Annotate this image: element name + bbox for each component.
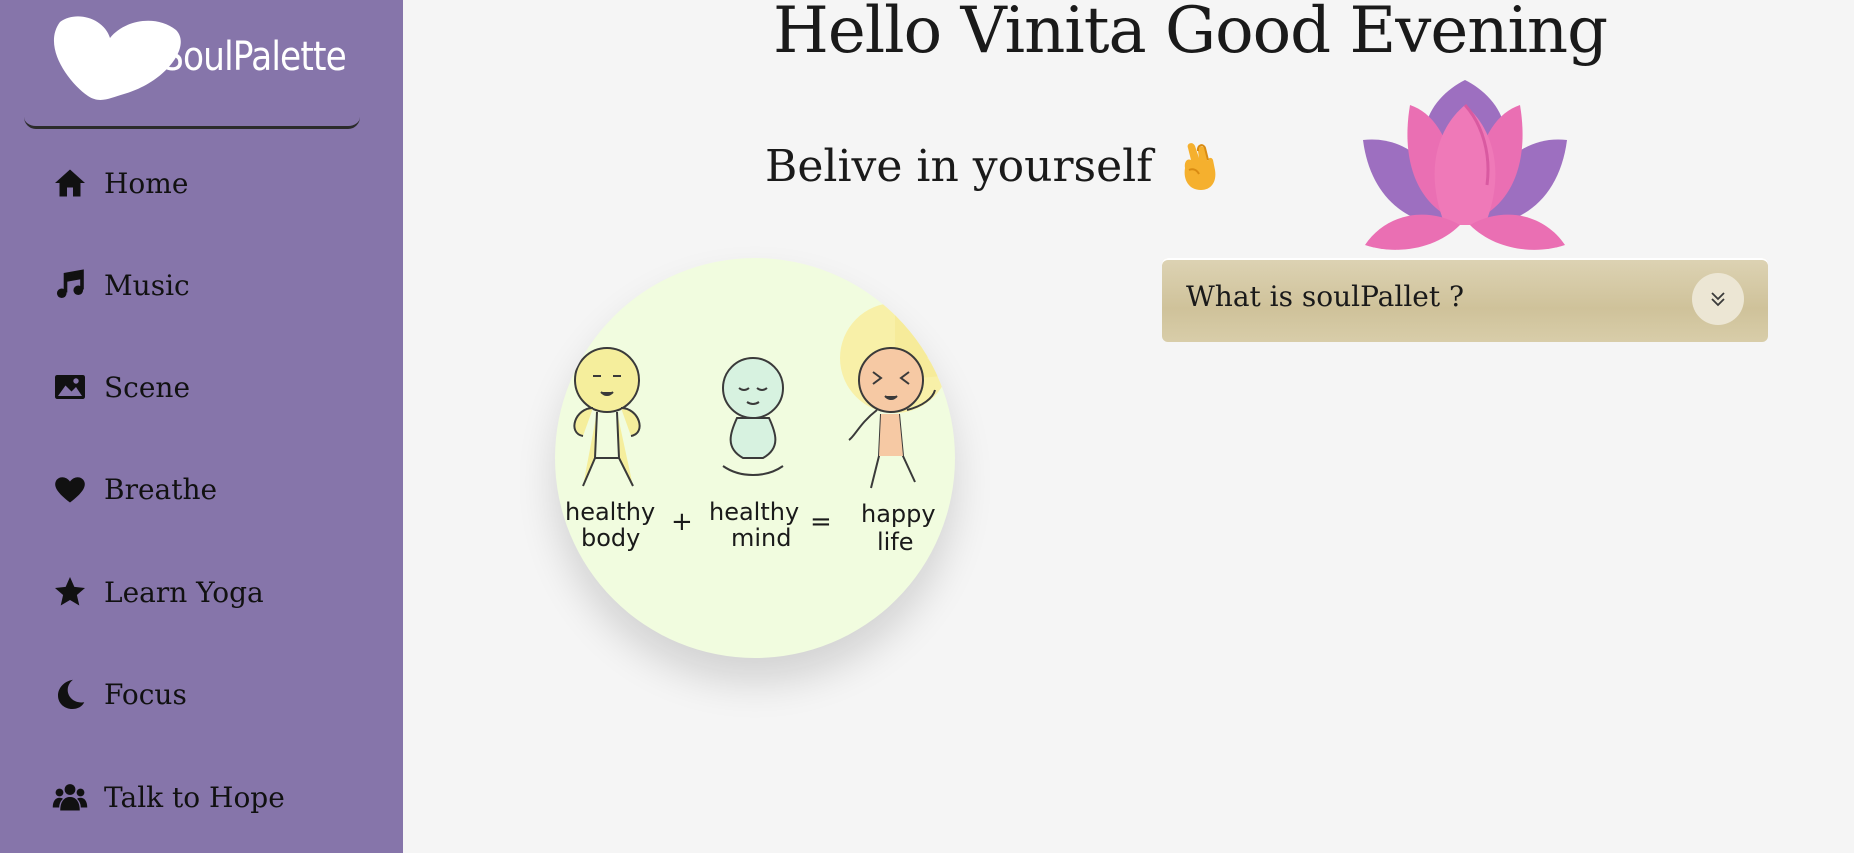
faq-expand-button[interactable] (1692, 273, 1744, 325)
sidebar-item-learn-yoga[interactable]: Learn Yoga (50, 567, 380, 617)
image-icon (50, 367, 90, 407)
illustration-label: = (810, 507, 832, 537)
illustration-label: mind (731, 524, 792, 552)
illustration-label: happy (861, 500, 936, 528)
illustration-label: healthy (709, 498, 799, 526)
motivation-quote: Belive in yourself (765, 140, 1219, 192)
heart-icon (50, 469, 90, 509)
faq-accordion[interactable]: What is soulPallet ? (1162, 258, 1768, 342)
sidebar-item-focus[interactable]: Focus (50, 669, 380, 719)
home-icon (50, 163, 90, 203)
moon-icon (50, 674, 90, 714)
users-icon (50, 777, 90, 817)
illustration-label: life (877, 528, 914, 556)
quote-text: Belive in yourself (765, 140, 1153, 192)
brand-name: SoulPalette (162, 34, 347, 80)
sidebar-item-breathe[interactable]: Breathe (50, 464, 380, 514)
music-note-icon (50, 265, 90, 305)
sidebar-item-label: Music (104, 268, 190, 302)
brand-header[interactable]: SoulPalette (24, 0, 360, 129)
sidebar: SoulPalette Home Music Scene Breathe Lea… (0, 0, 403, 853)
illustration-label: healthy (565, 498, 655, 526)
sidebar-item-label: Learn Yoga (104, 575, 264, 609)
lotus-icon (1363, 80, 1567, 250)
sidebar-item-label: Breathe (104, 472, 218, 506)
mind-figure (722, 357, 784, 476)
star-icon (50, 572, 90, 612)
faq-question: What is soulPallet ? (1186, 280, 1465, 313)
sidebar-item-talk-to-hope[interactable]: Talk to Hope (50, 772, 380, 822)
healthy-life-illustration: healthy body + healthy mind = happy life (555, 258, 955, 658)
crossed-fingers-icon (1175, 140, 1219, 192)
chevron-double-down-icon (1711, 292, 1725, 307)
greeting-title: Hello Vinita Good Evening (773, 0, 1608, 68)
sidebar-item-label: Focus (104, 677, 187, 711)
sidebar-item-label: Home (104, 166, 189, 200)
sidebar-item-label: Scene (104, 370, 191, 404)
illustration-label: + (671, 507, 693, 537)
sidebar-item-label: Talk to Hope (104, 780, 285, 814)
sidebar-item-home[interactable]: Home (50, 158, 380, 208)
sidebar-item-music[interactable]: Music (50, 260, 380, 310)
body-figure (573, 347, 641, 487)
life-figure (848, 347, 936, 489)
illustration-label: body (581, 524, 640, 552)
sidebar-item-scene[interactable]: Scene (50, 362, 380, 412)
